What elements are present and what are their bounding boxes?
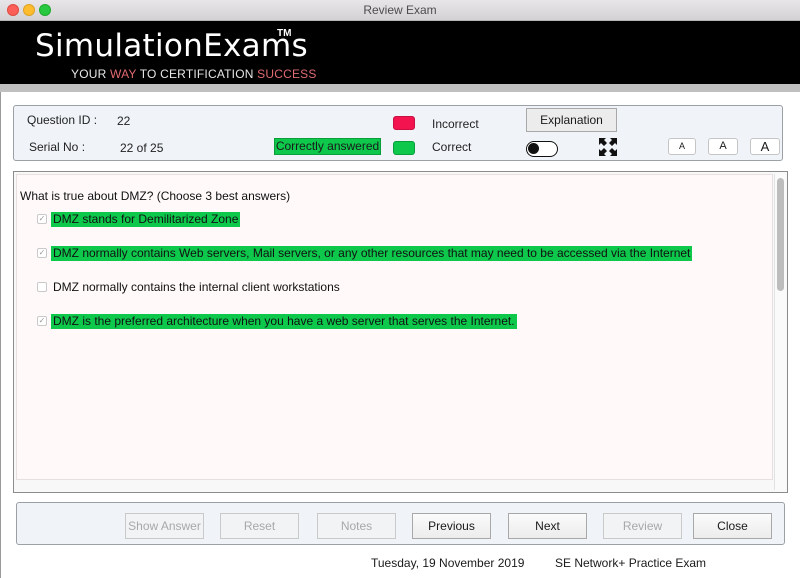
answer-checkbox-checked[interactable]: ✓ <box>37 248 47 258</box>
serial-no-value: 22 of 25 <box>120 141 164 155</box>
vertical-scrollbar[interactable] <box>774 174 786 490</box>
serial-no-label: Serial No : <box>29 140 86 154</box>
close-button[interactable]: Close <box>693 513 772 539</box>
reset-button[interactable]: Reset <box>220 513 299 539</box>
incorrect-legend-label: Incorrect <box>432 117 479 131</box>
correct-legend-swatch <box>393 141 415 155</box>
answer-option-text: DMZ normally contains Web servers, Mail … <box>51 245 693 261</box>
scrollbar-thumb[interactable] <box>777 178 784 291</box>
trademark-symbol: TM <box>277 28 292 39</box>
fullscreen-expand-icon[interactable] <box>598 137 618 157</box>
tagline-accent-2: SUCCESS <box>257 67 317 81</box>
footer-date: Tuesday, 19 November 2019 <box>371 556 525 570</box>
answer-checkbox-checked[interactable]: ✓ <box>37 214 47 224</box>
answer-option-text: DMZ stands for Demilitarized Zone <box>51 211 241 227</box>
font-size-medium-button[interactable]: A <box>708 138 738 155</box>
status-badge: Correctly answered <box>274 138 381 155</box>
tagline-part-2: TO CERTIFICATION <box>136 67 258 81</box>
brand-logo-text: SimulationExams <box>35 28 308 64</box>
font-size-small-button[interactable]: A <box>668 138 696 155</box>
question-panel: What is true about DMZ? (Choose 3 best a… <box>13 171 788 493</box>
correct-legend-label: Correct <box>432 140 472 154</box>
answer-option[interactable]: DMZ normally contains the internal clien… <box>37 279 342 295</box>
answer-option-text: DMZ normally contains the internal clien… <box>53 279 340 294</box>
incorrect-legend-swatch <box>393 116 415 130</box>
answer-option[interactable]: ✓ DMZ normally contains Web servers, Mai… <box>37 245 693 261</box>
footer-exam-name: SE Network+ Practice Exam <box>555 556 707 570</box>
notes-button[interactable]: Notes <box>317 513 396 539</box>
window-left-border <box>0 92 1 578</box>
review-button[interactable]: Review <box>603 513 682 539</box>
show-answer-button[interactable]: Show Answer <box>125 513 204 539</box>
explanation-toggle[interactable] <box>526 141 558 157</box>
navigation-panel: Show Answer Reset Notes Previous Next Re… <box>16 502 785 545</box>
question-content-area: What is true about DMZ? (Choose 3 best a… <box>16 174 773 480</box>
tagline-part-1: YOUR <box>71 67 111 81</box>
banner-divider <box>0 84 800 92</box>
previous-button[interactable]: Previous <box>412 513 491 539</box>
question-text: What is true about DMZ? (Choose 3 best a… <box>20 189 291 203</box>
question-info-panel: Question ID : 22 Serial No : 22 of 25 Co… <box>13 105 783 161</box>
font-size-large-button[interactable]: A <box>750 138 780 155</box>
explanation-button[interactable]: Explanation <box>526 108 617 132</box>
answer-option[interactable]: ✓ DMZ stands for Demilitarized Zone <box>37 211 241 227</box>
answer-checkbox-checked[interactable]: ✓ <box>37 316 47 326</box>
answer-checkbox-unchecked[interactable] <box>37 282 47 292</box>
answer-option-text: DMZ is the preferred architecture when y… <box>51 313 517 329</box>
brand-tagline: YOUR WAY TO CERTIFICATION SUCCESS <box>71 67 317 81</box>
brand-banner: SimulationExams TM YOUR WAY TO CERTIFICA… <box>0 21 800 84</box>
tagline-accent-1: WAY <box>110 67 137 81</box>
next-button[interactable]: Next <box>508 513 587 539</box>
question-id-value: 22 <box>117 114 131 128</box>
window-title: Review Exam <box>363 3 437 17</box>
toggle-knob <box>528 143 539 154</box>
question-id-label: Question ID : <box>27 113 98 127</box>
answer-option[interactable]: ✓ DMZ is the preferred architecture when… <box>37 313 517 329</box>
window-titlebar: Review Exam <box>0 0 800 21</box>
